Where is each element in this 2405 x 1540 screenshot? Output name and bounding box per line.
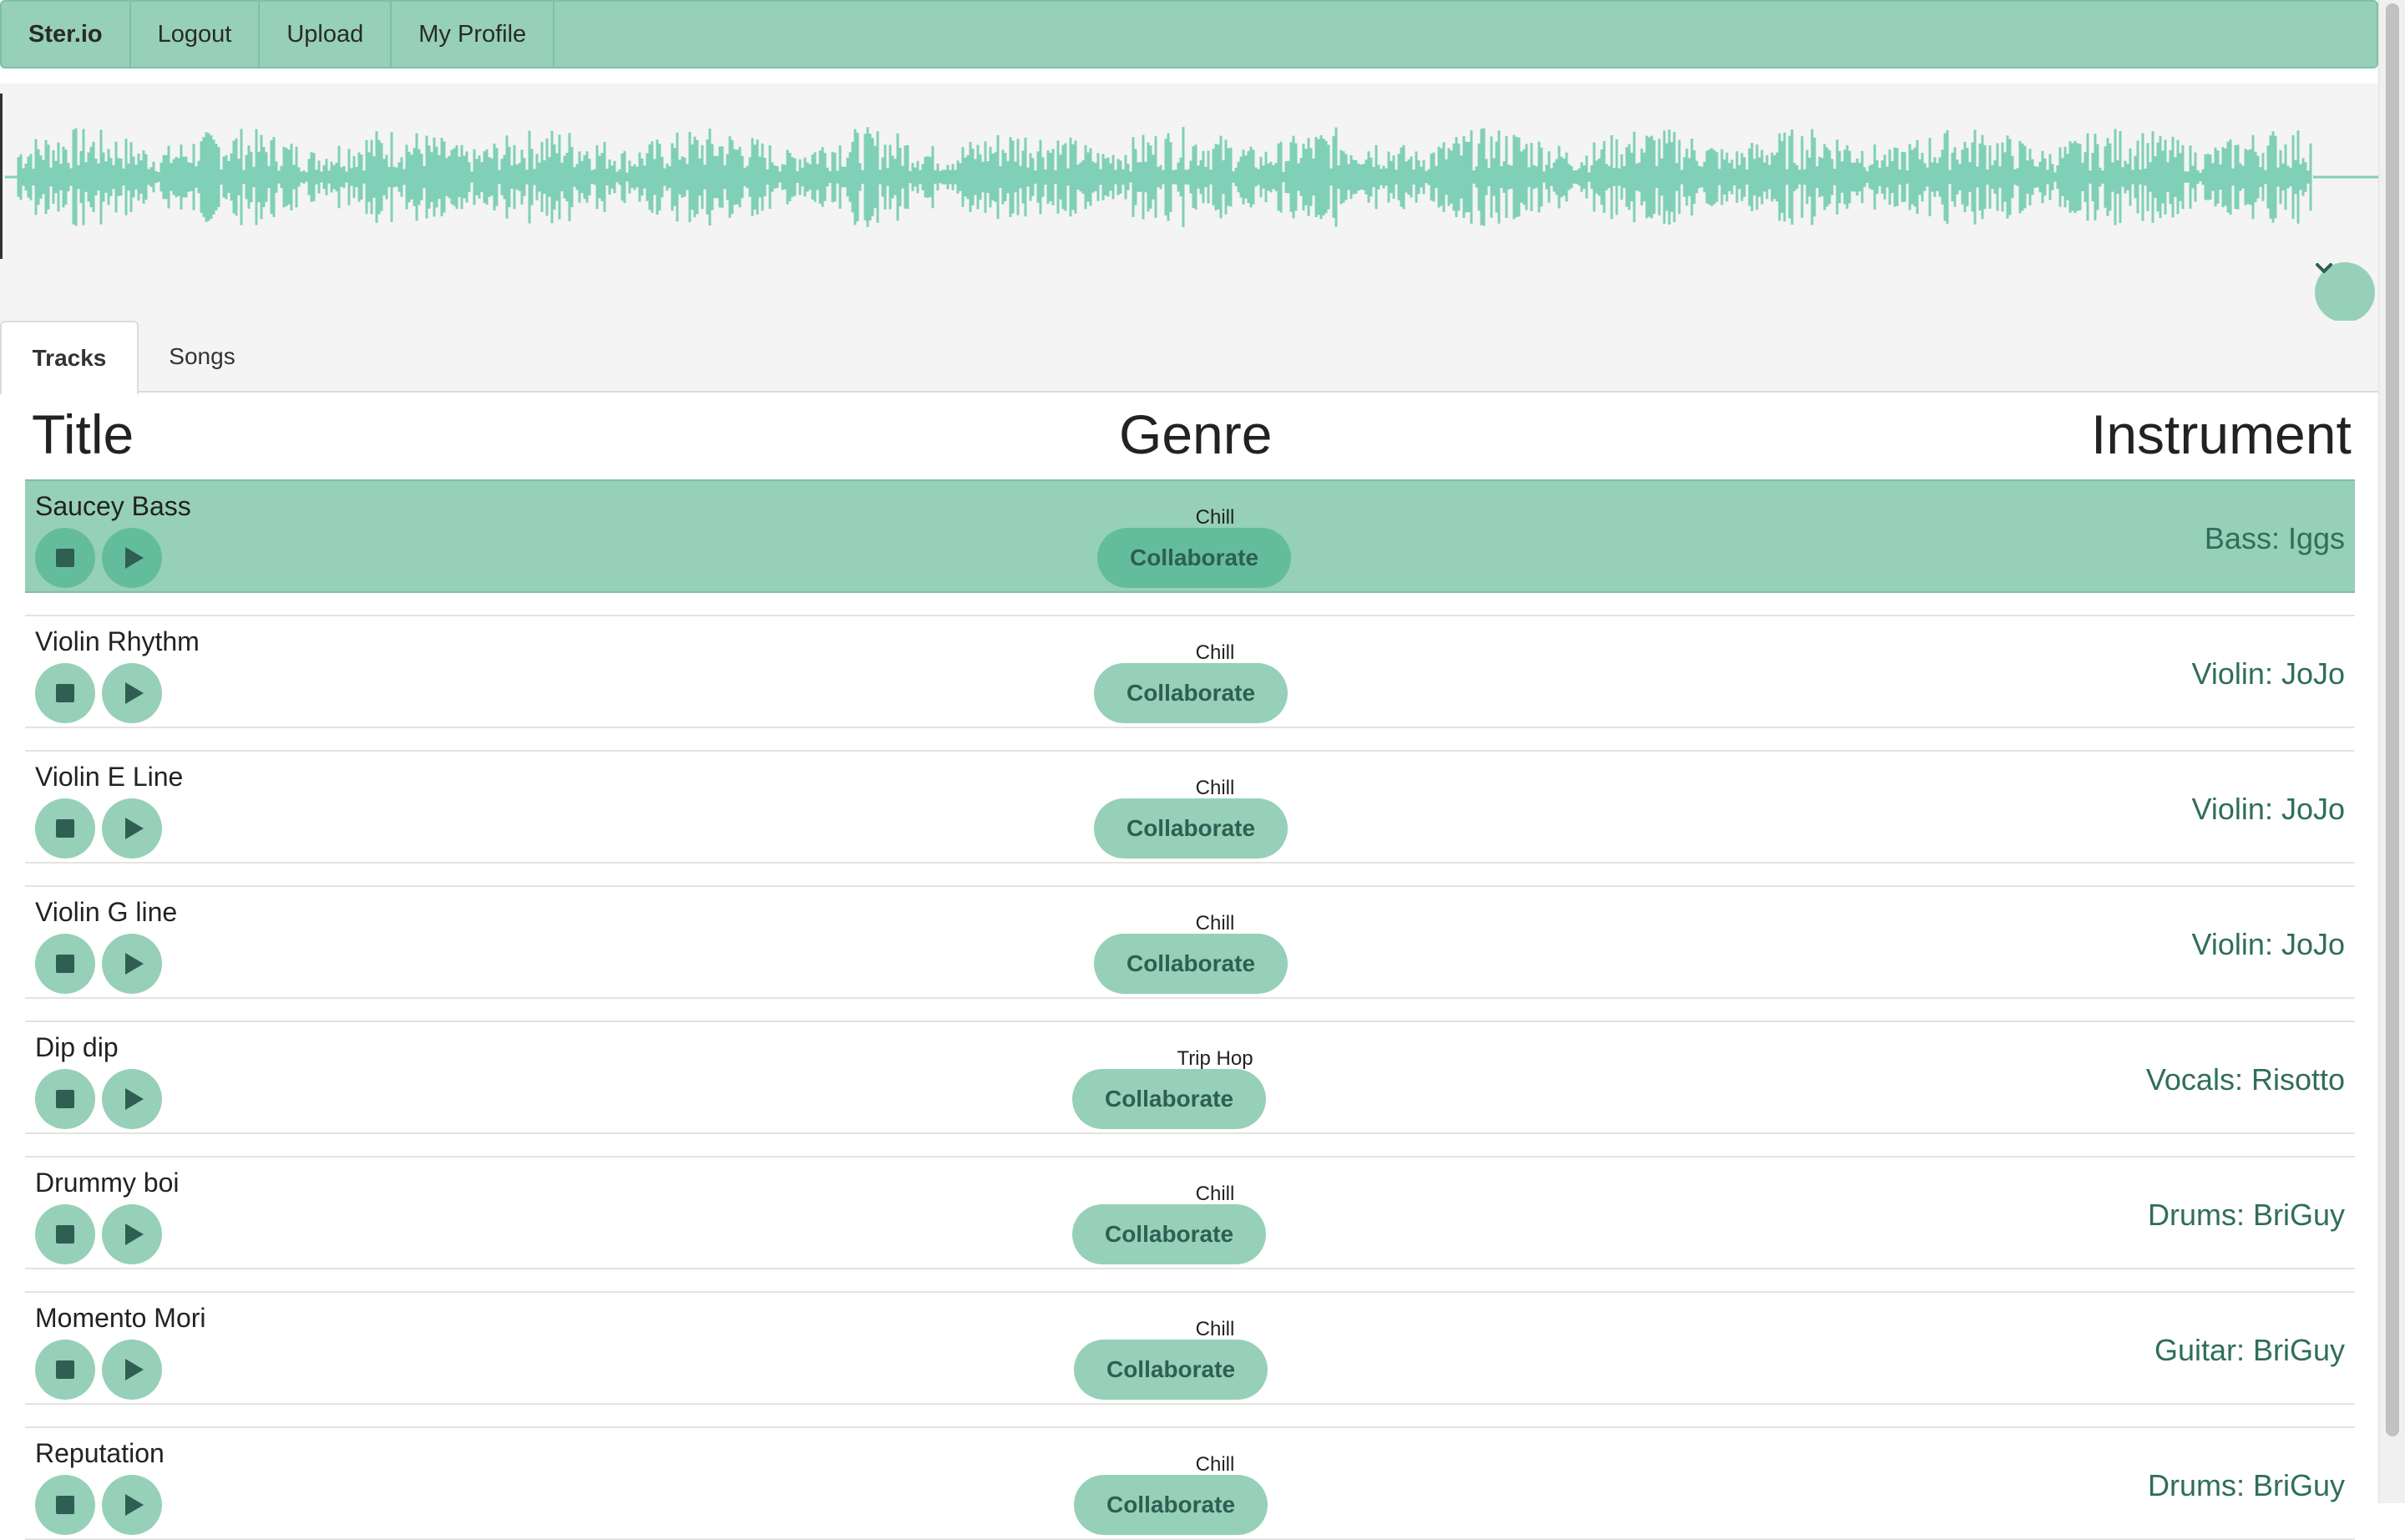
scrollbar[interactable]: [2378, 0, 2405, 1503]
stop-button[interactable]: [35, 1069, 95, 1129]
stop-icon: [56, 549, 74, 567]
stop-button[interactable]: [35, 1340, 95, 1400]
table-row[interactable]: Drummy boi Chill Collaborate Drums: BriG…: [25, 1156, 2355, 1269]
brand-link[interactable]: Ster.io: [2, 2, 131, 67]
track-title: Reputation: [35, 1438, 165, 1468]
play-icon: [125, 818, 144, 839]
track-title: Dip dip: [35, 1032, 119, 1062]
stop-icon: [56, 1360, 74, 1379]
collaborate-button[interactable]: Collaborate: [1094, 798, 1288, 859]
collaborate-button[interactable]: Collaborate: [1072, 1069, 1266, 1129]
play-button[interactable]: [102, 1204, 162, 1264]
instrument-label: Violin: JoJo: [2191, 927, 2345, 961]
scrollbar-thumb[interactable]: [2386, 3, 2399, 1436]
stop-button[interactable]: [35, 1204, 95, 1264]
collaborate-button[interactable]: Collaborate: [1074, 1475, 1268, 1535]
track-title: Violin Rhythm: [35, 626, 200, 656]
logout-link[interactable]: Logout: [131, 2, 261, 67]
play-button[interactable]: [102, 1475, 162, 1535]
genre-label: Chill: [1195, 641, 1235, 664]
table-row[interactable]: Dip dip Trip Hop Collaborate Vocals: Ris…: [25, 1021, 2355, 1134]
table-row[interactable]: Violin Rhythm Chill Collaborate Violin: …: [25, 615, 2355, 728]
instrument-label: Bass: Iggs: [2204, 521, 2345, 555]
collaborate-button[interactable]: Collaborate: [1072, 1204, 1266, 1264]
instrument-label: Violin: JoJo: [2191, 792, 2345, 826]
waveform-player[interactable]: [0, 84, 2378, 322]
track-title: Violin E Line: [35, 762, 184, 792]
table-row[interactable]: Momento Mori Chill Collaborate Guitar: B…: [25, 1291, 2355, 1405]
table-row[interactable]: Reputation Chill Collaborate Drums: BriG…: [25, 1426, 2355, 1540]
play-icon: [125, 1223, 144, 1245]
stop-button[interactable]: [35, 798, 95, 859]
play-button[interactable]: [102, 934, 162, 994]
stop-icon: [56, 955, 74, 973]
track-title: Violin G line: [35, 897, 178, 927]
stop-icon: [56, 1225, 74, 1244]
collaborate-button[interactable]: Collaborate: [1094, 934, 1288, 994]
stop-button[interactable]: [35, 663, 95, 723]
instrument-label: Drums: BriGuy: [2147, 1468, 2345, 1502]
genre-label: Chill: [1195, 912, 1235, 935]
instrument-label: Guitar: BriGuy: [2154, 1333, 2345, 1367]
tab-songs[interactable]: Songs: [139, 321, 266, 393]
track-title: Momento Mori: [35, 1303, 206, 1333]
expand-button[interactable]: [2315, 262, 2375, 322]
tab-tracks[interactable]: Tracks: [0, 321, 139, 394]
genre-label: Chill: [1195, 1183, 1235, 1205]
table-row[interactable]: Violin E Line Chill Collaborate Violin: …: [25, 750, 2355, 864]
table-row[interactable]: Saucey Bass Chill Collaborate Bass: Iggs: [25, 479, 2355, 593]
stop-button[interactable]: [35, 528, 95, 588]
play-icon: [125, 547, 144, 569]
collaborate-button[interactable]: Collaborate: [1094, 663, 1288, 723]
instrument-header: Instrument: [2091, 403, 2352, 465]
play-button[interactable]: [102, 798, 162, 859]
genre-label: Trip Hop: [1177, 1047, 1253, 1070]
instrument-label: Drums: BriGuy: [2147, 1198, 2345, 1232]
genre-label: Chill: [1195, 1453, 1235, 1476]
play-icon: [125, 1088, 144, 1110]
collaborate-button[interactable]: Collaborate: [1074, 1340, 1268, 1400]
playhead[interactable]: [0, 94, 3, 259]
upload-link[interactable]: Upload: [260, 2, 392, 67]
stop-button[interactable]: [35, 934, 95, 994]
genre-label: Chill: [1195, 1318, 1235, 1340]
genre-label: Chill: [1195, 506, 1235, 529]
play-button[interactable]: [102, 1340, 162, 1400]
track-title: Saucey Bass: [35, 491, 191, 521]
play-button[interactable]: [102, 663, 162, 723]
genre-header: Genre: [1119, 403, 1273, 465]
table-row[interactable]: Violin G line Chill Collaborate Violin: …: [25, 885, 2355, 999]
stop-icon: [56, 1496, 74, 1514]
track-title: Drummy boi: [35, 1168, 180, 1198]
chevron-down-icon: [2316, 263, 2332, 273]
waveform[interactable]: [0, 84, 2378, 259]
tab-bar: Tracks Songs: [0, 321, 2378, 394]
stop-icon: [56, 1090, 74, 1108]
title-header: Title: [32, 403, 134, 465]
play-icon: [125, 953, 144, 975]
waveform-path: [5, 127, 2378, 227]
play-icon: [125, 1359, 144, 1380]
play-icon: [125, 682, 144, 704]
play-button[interactable]: [102, 1069, 162, 1129]
stop-icon: [56, 819, 74, 838]
my-profile-link[interactable]: My Profile: [392, 2, 555, 67]
play-button[interactable]: [102, 528, 162, 588]
genre-label: Chill: [1195, 777, 1235, 799]
collaborate-button[interactable]: Collaborate: [1097, 528, 1291, 588]
instrument-label: Vocals: Risotto: [2145, 1062, 2345, 1097]
stop-icon: [56, 684, 74, 702]
navbar: Ster.io Logout Upload My Profile: [0, 0, 2378, 68]
play-icon: [125, 1494, 144, 1516]
stop-button[interactable]: [35, 1475, 95, 1535]
instrument-label: Violin: JoJo: [2191, 656, 2345, 691]
